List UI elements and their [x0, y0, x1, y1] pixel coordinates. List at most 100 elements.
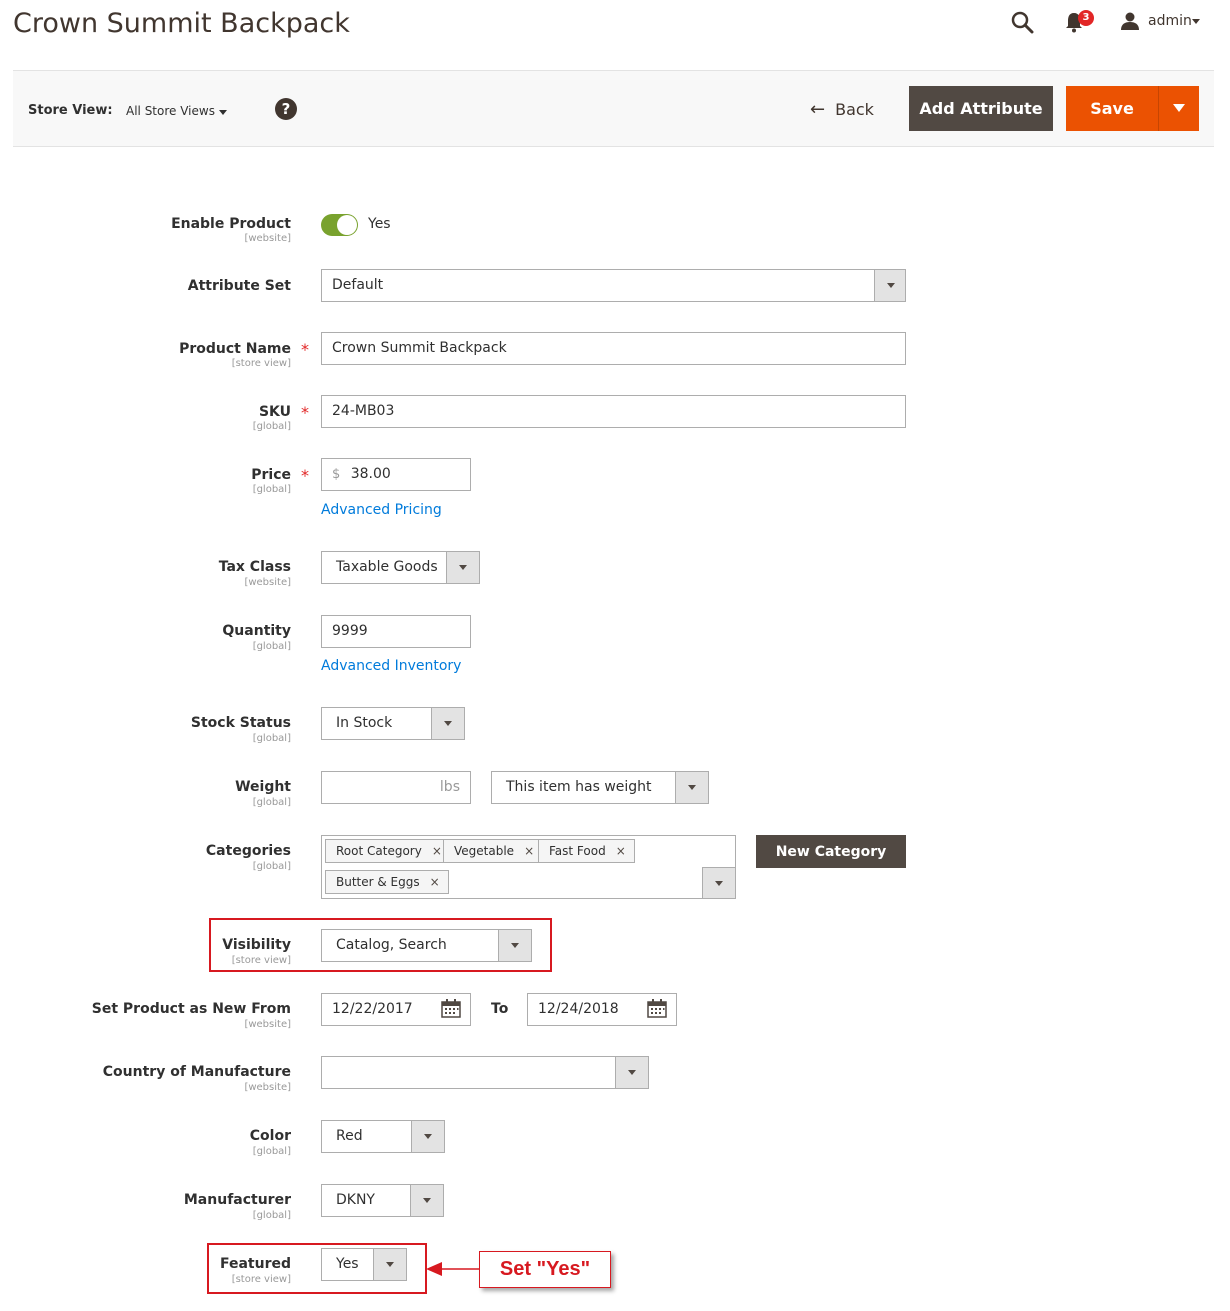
remove-icon[interactable]: ×: [430, 875, 440, 889]
sku-label: SKU: [258, 404, 291, 420]
dropdown-button[interactable]: [431, 708, 464, 739]
caret-down-icon: [386, 1262, 394, 1267]
product-name-input[interactable]: Crown Summit Backpack: [321, 332, 906, 365]
stock-status-scope: [global]: [252, 733, 291, 744]
caret-down-icon: [628, 1070, 636, 1075]
visibility-select[interactable]: Catalog, Search: [321, 929, 532, 962]
color-scope: [global]: [252, 1146, 291, 1157]
stock-status-label: Stock Status: [190, 715, 291, 731]
quantity-input[interactable]: 9999: [321, 615, 471, 648]
remove-icon[interactable]: ×: [524, 844, 534, 858]
new-from-scope: [website]: [244, 1019, 291, 1030]
product-name-label: Product Name: [179, 341, 291, 357]
manufacturer-value: DKNY: [336, 1192, 375, 1208]
caret-down-icon: [511, 943, 519, 948]
price-value: 38.00: [350, 466, 391, 482]
enable-product-scope: [website]: [244, 233, 291, 244]
featured-label: Featured: [219, 1256, 291, 1272]
store-view-switcher[interactable]: All Store Views: [126, 104, 215, 118]
date-to-label: To: [491, 1001, 509, 1017]
caret-down-icon: [459, 565, 467, 570]
required-marker: *: [301, 466, 309, 485]
dropdown-button[interactable]: [675, 772, 708, 803]
advanced-inventory-link[interactable]: Advanced Inventory: [321, 658, 461, 674]
attribute-set-value: Default: [332, 277, 384, 293]
featured-select[interactable]: Yes: [321, 1248, 407, 1281]
weight-scope: [global]: [252, 797, 291, 808]
weight-label: Weight: [235, 779, 291, 795]
save-button[interactable]: Save: [1066, 86, 1158, 131]
tax-class-scope: [website]: [244, 577, 291, 588]
weight-unit: lbs: [439, 779, 460, 795]
weight-input[interactable]: lbs: [321, 771, 471, 804]
dropdown-button[interactable]: [411, 1121, 444, 1152]
visibility-value: Catalog, Search: [336, 937, 447, 953]
save-options-toggle[interactable]: [1158, 86, 1199, 131]
calendar-icon[interactable]: [441, 999, 461, 1018]
categories-scope: [global]: [252, 861, 291, 872]
category-tag: Fast Food ×: [538, 839, 635, 863]
visibility-scope: [store view]: [231, 955, 291, 966]
remove-icon[interactable]: ×: [616, 844, 626, 858]
calendar-icon[interactable]: [647, 999, 667, 1018]
new-from-label: Set Product as New From: [91, 1001, 291, 1017]
country-scope: [website]: [244, 1082, 291, 1093]
remove-icon[interactable]: ×: [432, 844, 442, 858]
caret-down-icon: [444, 721, 452, 726]
price-input[interactable]: $ 38.00: [321, 458, 471, 491]
category-tag-label: Fast Food: [549, 844, 606, 858]
tax-class-label: Tax Class: [218, 559, 291, 575]
caret-down-icon[interactable]: [219, 110, 227, 115]
country-label: Country of Manufacture: [102, 1064, 291, 1080]
required-marker: *: [301, 340, 309, 359]
dropdown-button[interactable]: [373, 1249, 406, 1280]
back-button-label: Back: [835, 99, 874, 119]
dropdown-button[interactable]: [615, 1057, 648, 1088]
new-category-button[interactable]: New Category: [756, 835, 906, 868]
enable-product-label: Enable Product: [171, 216, 291, 232]
dropdown-button[interactable]: [498, 930, 531, 961]
color-select[interactable]: Red: [321, 1120, 445, 1153]
caret-down-icon: [887, 283, 895, 288]
product-has-weight-select[interactable]: This item has weight: [491, 771, 709, 804]
notification-badge[interactable]: 3: [1078, 10, 1094, 26]
caret-down-icon: [423, 1198, 431, 1203]
manufacturer-select[interactable]: DKNY: [321, 1184, 444, 1217]
store-view-label: Store View:: [28, 103, 113, 118]
tax-class-value: Taxable Goods: [336, 559, 438, 575]
color-value: Red: [336, 1128, 363, 1144]
search-icon[interactable]: [1010, 10, 1034, 34]
stock-status-value: In Stock: [336, 715, 393, 731]
country-select[interactable]: [321, 1056, 649, 1089]
dropdown-button[interactable]: [446, 552, 479, 583]
category-tag: Vegetable ×: [443, 839, 544, 863]
sku-input[interactable]: 24-MB03: [321, 395, 906, 428]
attribute-set-select[interactable]: Default: [321, 269, 906, 302]
price-label: Price: [251, 467, 291, 483]
category-tag: Root Category ×: [325, 839, 451, 863]
category-tag-label: Vegetable: [454, 844, 515, 858]
toggle-knob: [337, 215, 357, 235]
category-tag: Butter & Eggs ×: [325, 870, 449, 894]
dropdown-button[interactable]: [874, 270, 905, 301]
dropdown-button[interactable]: [410, 1185, 443, 1216]
back-button[interactable]: ← Back: [810, 96, 874, 122]
featured-value: Yes: [336, 1256, 359, 1272]
quantity-label: Quantity: [222, 623, 291, 639]
user-menu-label[interactable]: admin: [1148, 13, 1192, 29]
help-icon[interactable]: ?: [275, 98, 297, 120]
user-icon[interactable]: [1120, 12, 1140, 30]
tax-class-select[interactable]: Taxable Goods: [321, 551, 480, 584]
enable-product-toggle[interactable]: [321, 214, 358, 236]
color-label: Color: [249, 1128, 291, 1144]
stock-status-select[interactable]: In Stock: [321, 707, 465, 740]
new-from-date-value: 12/22/2017: [332, 1001, 413, 1017]
quantity-scope: [global]: [252, 641, 291, 652]
caret-down-icon[interactable]: [1192, 19, 1200, 24]
dropdown-button[interactable]: [702, 867, 735, 898]
advanced-pricing-link[interactable]: Advanced Pricing: [321, 502, 442, 518]
manufacturer-scope: [global]: [252, 1210, 291, 1221]
visibility-label: Visibility: [222, 937, 291, 953]
add-attribute-button[interactable]: Add Attribute: [909, 86, 1053, 131]
product-name-scope: [store view]: [231, 358, 291, 369]
